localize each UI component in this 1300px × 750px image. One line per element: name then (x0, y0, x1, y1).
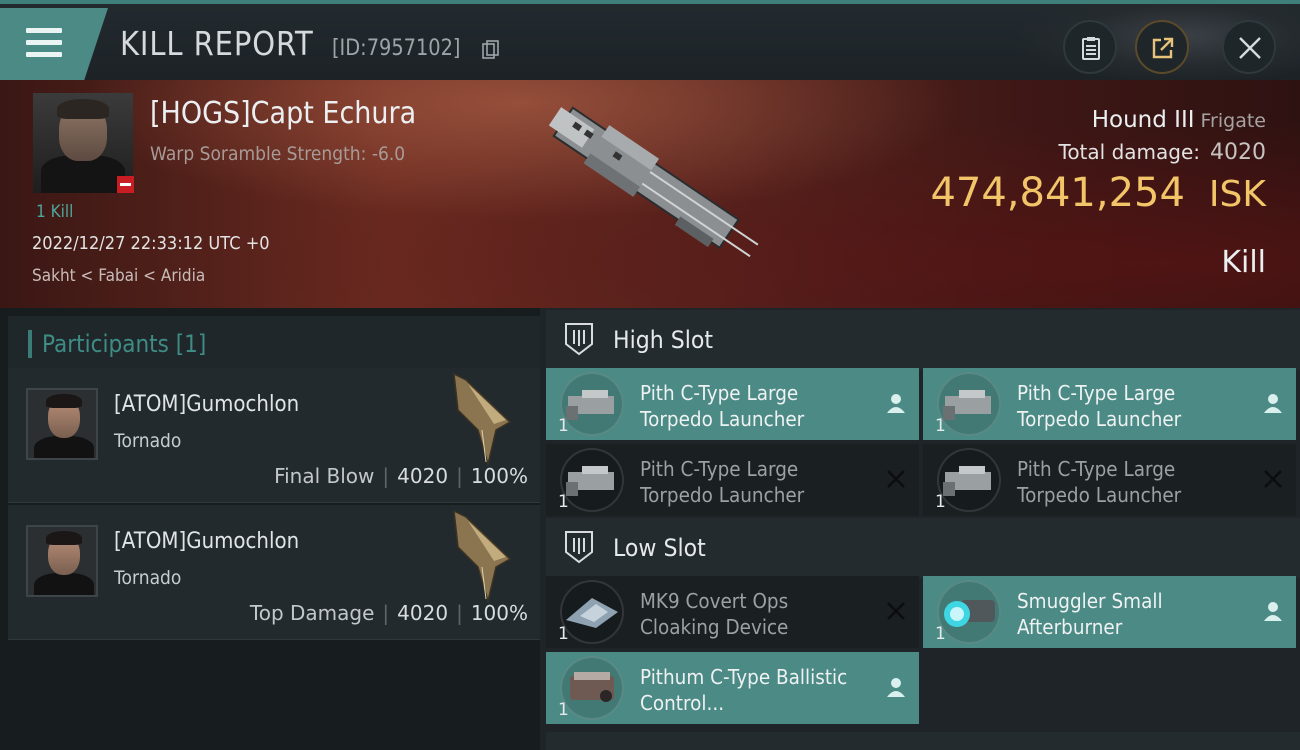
page-title: KILL REPORT (120, 24, 314, 63)
share-icon (1152, 37, 1174, 59)
participant-stats: Final Blow | 4020 | 100% (274, 464, 528, 488)
participant-percent: 100% (470, 464, 528, 488)
clipboard-icon (1082, 37, 1100, 60)
participant-damage: 4020 (397, 601, 449, 625)
participant-role: Final Blow (274, 464, 375, 488)
header-bar: KILL REPORT [ID:7957102] (0, 0, 1300, 84)
module-name: Pith C-Type Large Torpedo Launcher (1017, 457, 1182, 507)
participant-role: Top Damage (249, 601, 375, 625)
module-quantity: 1 (558, 416, 569, 436)
copy-icon[interactable] (482, 40, 500, 60)
participant-ship-image[interactable] (448, 370, 518, 468)
victim-ship[interactable]: Hound III Frigate (1092, 107, 1266, 133)
pilot-icon (1264, 602, 1282, 621)
module-item[interactable]: 1 Smuggler Small Afterburner (923, 576, 1296, 648)
isk-amount: 474,841,254 (930, 170, 1185, 216)
module-name: Pithum C-Type Ballistic Control... (640, 665, 848, 715)
pilot-icon (1264, 394, 1282, 413)
next-slot-header-partial (546, 732, 1300, 750)
torpedo-launcher-image (566, 390, 614, 420)
menu-button[interactable] (0, 8, 108, 80)
participant-ship: Tornado (114, 430, 182, 452)
close-button[interactable] (1222, 20, 1276, 74)
participants-header[interactable]: Participants [1] (8, 316, 540, 372)
high-slot-header: High Slot (546, 310, 1300, 370)
participants-heading: Participants [1] (42, 330, 207, 358)
clipboard-button[interactable] (1063, 20, 1117, 74)
kill-location[interactable]: Sakht < Fabai < Aridia (32, 266, 205, 286)
participant-ship: Tornado (114, 567, 182, 589)
destroyed-x-icon (887, 470, 905, 488)
module-item[interactable]: 1 Pith C-Type Large Torpedo Launcher (923, 368, 1296, 440)
victim-subtitle: Warp Soramble Strength: -6.0 (150, 143, 406, 165)
participant-stats: Top Damage | 4020 | 100% (249, 601, 528, 625)
participant-avatar[interactable] (26, 388, 98, 460)
ballistic-control-image (570, 672, 614, 702)
cloaking-device-image (566, 598, 618, 628)
module-quantity: 1 (558, 700, 569, 720)
module-quantity: 1 (935, 624, 946, 644)
participant-percent: 100% (470, 601, 528, 625)
low-slot-label: Low Slot (613, 534, 706, 562)
victim-kill-count: 1 Kill (36, 202, 74, 222)
slot-icon (565, 531, 593, 564)
module-quantity: 1 (558, 624, 569, 644)
victim-name[interactable]: [HOGS]Capt Echura (150, 96, 416, 131)
torpedo-launcher-image (566, 466, 614, 496)
kill-result: Kill (1221, 245, 1266, 280)
module-name: Pith C-Type Large Torpedo Launcher (640, 457, 805, 507)
participants-accent-bar (28, 330, 32, 358)
total-damage: Total damage: 4020 (1059, 140, 1267, 165)
module-name: Pith C-Type Large Torpedo Launcher (640, 381, 805, 431)
participant-row[interactable]: [ATOM]Gumochlon Tornado Final Blow | 4020 |… (8, 368, 540, 503)
isk-value: 474,841,254 ISK (930, 170, 1266, 216)
high-slot-label: High Slot (613, 326, 714, 354)
participant-row[interactable]: [ATOM]Gumochlon Tornado Top Damage | 4020 |… (8, 505, 540, 640)
module-item[interactable]: 1 MK9 Covert Ops Cloaking Device (546, 576, 919, 648)
fitting-panel: High Slot 1 Pith C-Type Large Torpedo La… (540, 308, 1300, 750)
kill-report-window: KILL REPORT [ID:7957102] 1 Kill [HOGS]Ca… (0, 0, 1300, 750)
isk-unit: ISK (1208, 174, 1266, 215)
total-damage-value: 4020 (1210, 140, 1266, 165)
kill-date: 2022/12/27 22:33:12 UTC +0 (32, 233, 270, 254)
participant-name[interactable]: [ATOM]Gumochlon (114, 392, 299, 417)
total-damage-label: Total damage: (1058, 140, 1201, 164)
kill-id: [ID:7957102] (332, 36, 461, 61)
pilot-icon (887, 394, 905, 413)
module-name: MK9 Covert Ops Cloaking Device (640, 589, 789, 639)
victim-ship-image[interactable] (520, 95, 780, 285)
module-quantity: 1 (558, 492, 569, 512)
slot-icon (565, 323, 593, 356)
close-icon (1239, 37, 1261, 59)
participants-panel: Participants [1] [ATOM]Gumochlon Tornado… (0, 308, 540, 750)
destroyed-x-icon (1264, 470, 1282, 488)
participant-ship-image[interactable] (448, 507, 518, 605)
share-button[interactable] (1135, 20, 1189, 74)
participant-avatar[interactable] (26, 525, 98, 597)
module-item[interactable]: 1 Pith C-Type Large Torpedo Launcher (546, 444, 919, 516)
participant-name[interactable]: [ATOM]Gumochlon (114, 529, 299, 554)
torpedo-launcher-image (943, 390, 991, 420)
torpedo-launcher-image (943, 466, 991, 496)
destroyed-x-icon (887, 602, 905, 620)
module-name: Pith C-Type Large Torpedo Launcher (1017, 381, 1182, 431)
afterburner-image (944, 600, 995, 627)
low-slot-header: Low Slot (546, 518, 1300, 578)
menu-icon (26, 28, 62, 58)
module-item[interactable]: 1 Pith C-Type Large Torpedo Launcher (923, 444, 1296, 516)
module-item[interactable]: 1 Pithum C-Type Ballistic Control... (546, 652, 919, 724)
module-quantity: 1 (935, 492, 946, 512)
pilot-icon (887, 678, 905, 697)
victim-ship-class: Frigate (1200, 110, 1266, 132)
participant-damage: 4020 (397, 464, 449, 488)
module-name: Smuggler Small Afterburner (1017, 589, 1163, 639)
standing-badge (117, 176, 134, 193)
victim-ship-name: Hound III (1091, 107, 1195, 133)
module-quantity: 1 (935, 416, 946, 436)
module-item[interactable]: 1 Pith C-Type Large Torpedo Launcher (546, 368, 919, 440)
